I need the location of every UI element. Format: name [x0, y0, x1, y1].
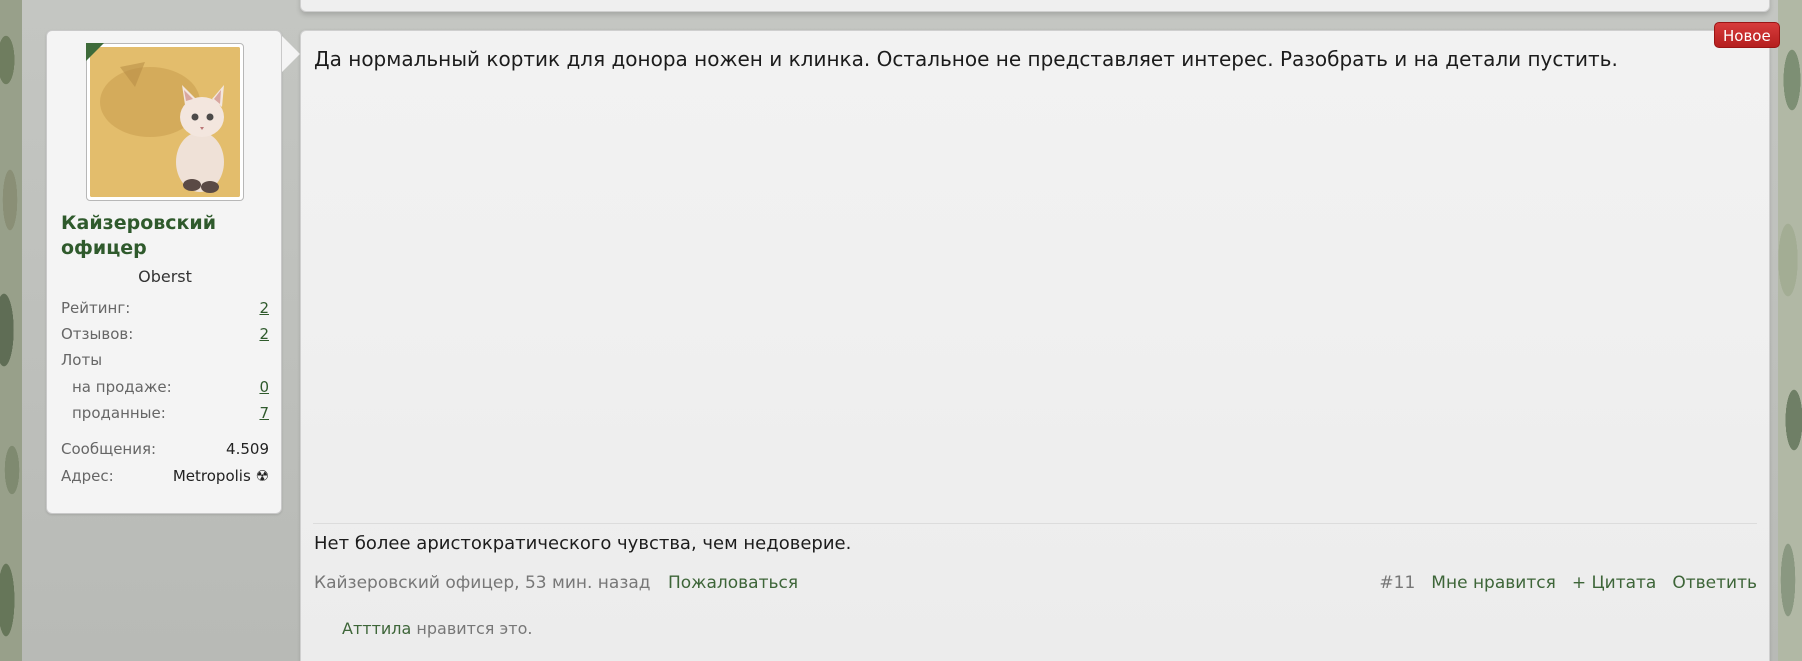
post-number[interactable]: #11: [1379, 573, 1415, 593]
stat-address-label: Адрес:: [61, 467, 114, 485]
avatar[interactable]: [86, 43, 244, 201]
stat-sold: проданные: 7: [72, 404, 269, 424]
stat-lots: Лоты: [61, 351, 269, 371]
post-meta: Кайзеровский офицер, 53 мин. назад Пожал…: [314, 573, 798, 593]
post-actions: #11 Мне нравится + Цитата Ответить: [1379, 573, 1757, 593]
post-body-text: Да нормальный кортик для донора ножен и …: [314, 47, 1618, 71]
stat-reviews-value[interactable]: 2: [259, 325, 269, 345]
likes-text: нравится это.: [411, 619, 533, 638]
previous-post-edge: [300, 0, 1770, 12]
post-author-time[interactable]: Кайзеровский офицер, 53 мин. назад: [314, 573, 651, 593]
stat-address: Адрес: Metropolis ☢: [61, 467, 269, 487]
stat-messages-value: 4.509: [226, 440, 269, 458]
online-indicator: [86, 43, 104, 61]
stat-rating-label: Рейтинг:: [61, 299, 131, 317]
page-edge-left: [0, 0, 22, 661]
page-edge-right: [1778, 0, 1802, 661]
signature-divider: [313, 523, 1757, 524]
stat-on-sale-label: на продаже:: [72, 378, 172, 396]
stat-on-sale: на продаже: 0: [72, 378, 269, 398]
user-info-card: Кайзеровский офицер Oberst Рейтинг: 2 От…: [46, 30, 282, 514]
likes-summary: Атттила нравится это.: [342, 619, 532, 638]
username[interactable]: Кайзеровский офицер: [61, 211, 271, 261]
stat-reviews-label: Отзывов:: [61, 325, 134, 343]
new-badge: Новое: [1714, 22, 1780, 48]
stat-sold-value[interactable]: 7: [259, 404, 269, 424]
likes-user-link[interactable]: Атттила: [342, 619, 411, 638]
reply-button[interactable]: Ответить: [1672, 573, 1757, 593]
stat-sold-label: проданные:: [72, 404, 166, 422]
avatar-image[interactable]: [90, 47, 240, 197]
cat-avatar-picture: [90, 47, 240, 197]
report-link[interactable]: Пожаловаться: [668, 573, 798, 593]
quote-button[interactable]: + Цитата: [1572, 573, 1657, 593]
stat-rating-value[interactable]: 2: [259, 299, 269, 319]
stat-messages: Сообщения: 4.509: [61, 440, 269, 460]
stat-address-value: Metropolis ☢: [172, 467, 269, 485]
signature-text: Нет более аристократического чувства, че…: [314, 533, 852, 554]
user-card-pointer: [282, 36, 300, 72]
stat-reviews: Отзывов: 2: [61, 325, 269, 345]
stat-on-sale-value[interactable]: 0: [259, 378, 269, 398]
stat-rating: Рейтинг: 2: [61, 299, 269, 319]
post-message: Да нормальный кортик для донора ножен и …: [300, 30, 1770, 661]
stat-lots-label: Лоты: [61, 351, 103, 369]
stat-messages-label: Сообщения:: [61, 440, 157, 458]
user-title: Oberst: [138, 267, 192, 286]
like-button[interactable]: Мне нравится: [1431, 573, 1556, 593]
